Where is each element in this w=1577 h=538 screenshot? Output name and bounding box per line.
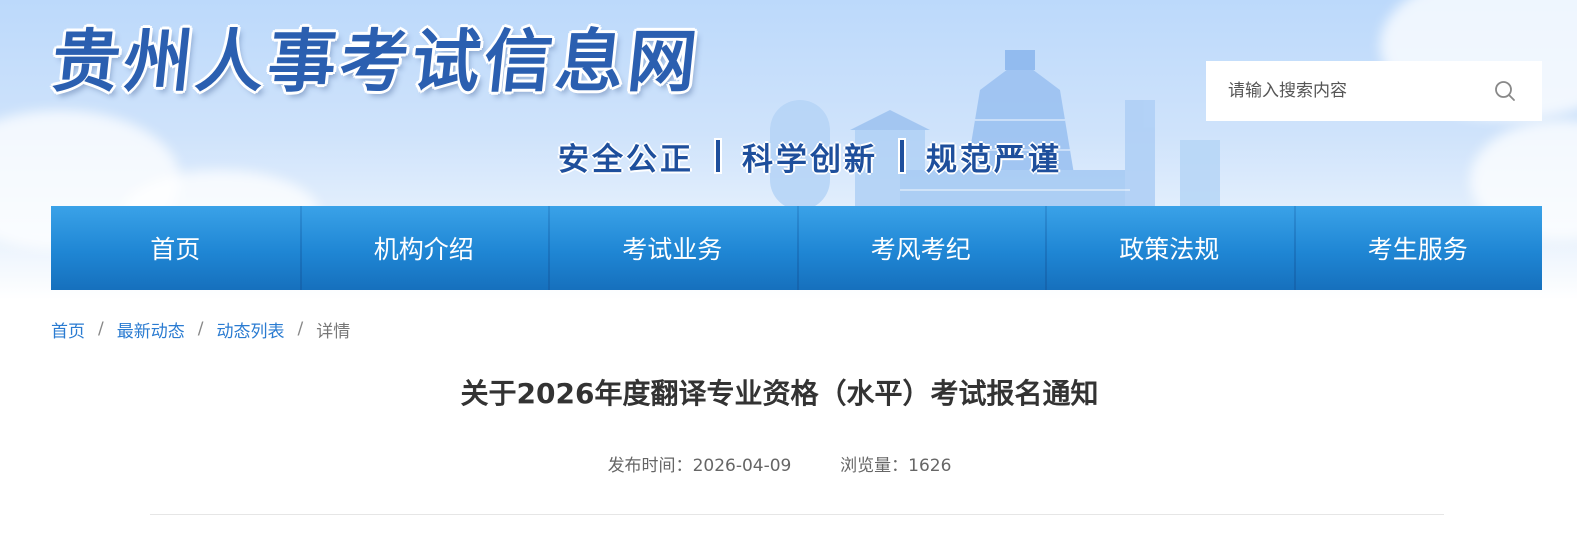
search-box — [1206, 61, 1542, 121]
site-title: 贵州人事考试信息网 — [47, 23, 705, 102]
breadcrumb-current: 详情 — [316, 321, 351, 342]
breadcrumb-separator: / — [98, 319, 104, 339]
article-title: 关于2026年度翻译专业资格（水平）考试报名通知 — [460, 377, 1099, 410]
nav-item-exam-business[interactable]: 考试业务 — [548, 206, 797, 290]
breadcrumb-separator: / — [197, 319, 204, 339]
nav-item-exam-discipline[interactable]: 考风考纪 — [796, 206, 1046, 290]
breadcrumb: 首页 / 最新动态 / 动态列表 / 详情 — [51, 316, 350, 342]
city-skyline-illustration — [770, 50, 1220, 210]
views-count: 1626 — [908, 456, 952, 476]
slogan-item: 规范严谨 — [926, 141, 1062, 178]
slogan-item: 科学创新 — [742, 141, 878, 178]
search-icon[interactable] — [1493, 79, 1517, 103]
breadcrumb-separator: / — [297, 319, 304, 339]
slogan: 安全公正 科学创新 规范严谨 — [558, 134, 1062, 178]
breadcrumb-link-home[interactable]: 首页 — [51, 317, 85, 342]
publish-time-value: 2026-04-09 — [692, 456, 792, 476]
breadcrumb-link-latest-news[interactable]: 最新动态 — [117, 317, 185, 342]
search-input[interactable] — [1206, 61, 1486, 121]
slogan-divider — [716, 140, 720, 172]
nav-item-candidate-services[interactable]: 考生服务 — [1293, 206, 1543, 290]
breadcrumb-link-news-list[interactable]: 动态列表 — [216, 317, 284, 342]
nav-item-policies[interactable]: 政策法规 — [1045, 206, 1294, 290]
content-divider — [150, 514, 1444, 515]
nav-item-about[interactable]: 机构介绍 — [299, 206, 549, 290]
article-meta: 发布时间：2026-04-09 浏览量：1626 — [0, 454, 1577, 478]
main-nav: 首页 机构介绍 考试业务 考风考纪 政策法规 考生服务 — [51, 206, 1542, 290]
slogan-divider — [900, 140, 904, 172]
slogan-item: 安全公正 — [558, 141, 694, 178]
views-label: 浏览量： — [840, 456, 909, 476]
nav-item-home[interactable]: 首页 — [51, 206, 300, 290]
publish-time-label: 发布时间： — [607, 456, 693, 476]
